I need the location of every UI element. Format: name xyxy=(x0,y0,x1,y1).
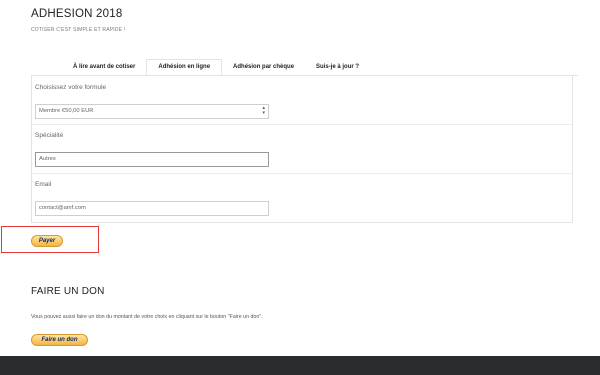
tab-bar: À lire avant de cotiser Adhésion en lign… xyxy=(62,59,370,76)
formula-label: Choisissez votre formule xyxy=(35,84,107,91)
pay-button[interactable]: Payer xyxy=(31,235,63,247)
don-text: Vous pouvez aussi faire un don du montan… xyxy=(31,314,263,320)
select-arrows-icon: ▴ ▾ xyxy=(262,105,265,116)
speciality-label: Spécialité xyxy=(35,132,64,139)
tab-a-lire[interactable]: À lire avant de cotiser xyxy=(62,59,146,76)
formula-select[interactable]: Membre €50,00 EUR ▴ ▾ xyxy=(35,104,269,119)
tab-adhesion-par-cheque[interactable]: Adhésion par chèque xyxy=(222,59,305,76)
tab-suis-je-a-jour[interactable]: Suis-je à jour ? xyxy=(305,59,370,76)
email-label: Email xyxy=(35,181,52,188)
don-title: FAIRE UN DON xyxy=(31,286,105,297)
email-input[interactable]: contact@amf.com xyxy=(35,201,269,216)
formula-row: Choisissez votre formule Membre €50,00 E… xyxy=(32,76,572,125)
membership-form: Choisissez votre formule Membre €50,00 E… xyxy=(31,76,573,223)
formula-selected-value: Membre €50,00 EUR xyxy=(39,108,94,114)
footer-bar xyxy=(0,356,600,375)
speciality-row: Spécialité Autres xyxy=(32,124,572,174)
donate-button[interactable]: Faire un don xyxy=(31,334,88,346)
email-row: Email contact@amf.com xyxy=(32,173,572,222)
tab-adhesion-en-ligne[interactable]: Adhésion en ligne xyxy=(146,59,223,76)
page-title: ADHESION 2018 xyxy=(31,8,123,20)
page-subtitle: COTISER C'EST SIMPLE ET RAPIDE ! xyxy=(31,27,126,33)
speciality-input[interactable]: Autres xyxy=(35,152,269,167)
